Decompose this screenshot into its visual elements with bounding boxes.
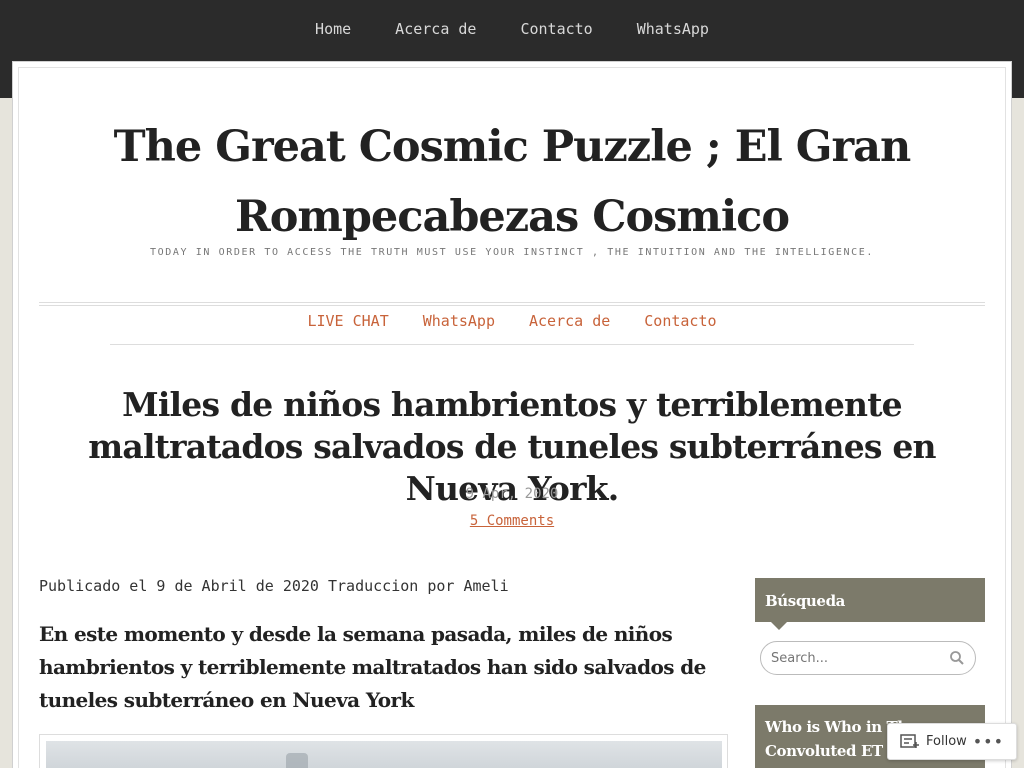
top-nav-whatsapp[interactable]: WhatsApp [637, 20, 709, 38]
divider [110, 344, 914, 345]
post-byline: Publicado el 9 de Abril de 2020 Traducci… [39, 577, 509, 595]
post-image [39, 734, 728, 768]
top-nav-acerca[interactable]: Acerca de [395, 20, 476, 38]
site-tagline: Today in order to access the truth must … [150, 247, 874, 258]
sub-nav-acerca[interactable]: Acerca de [529, 312, 610, 336]
search-box [760, 641, 976, 675]
post-image-content [46, 741, 722, 768]
secondary-navigation: LIVE CHAT WhatsApp Acerca de Contacto [0, 312, 1024, 336]
sub-nav-contacto[interactable]: Contacto [644, 312, 716, 336]
sub-nav-whatsapp[interactable]: WhatsApp [423, 312, 495, 336]
follow-icon [900, 733, 919, 748]
search-input[interactable] [771, 650, 941, 666]
top-nav-home[interactable]: Home [315, 20, 351, 38]
sub-nav-live-chat[interactable]: LIVE CHAT [307, 312, 388, 336]
post-lead: En este momento y desde la semana pasada… [39, 622, 706, 712]
image-detail [286, 753, 308, 768]
site-title[interactable]: The Great Cosmic Puzzle ; El Gran Rompec… [40, 112, 984, 252]
divider [39, 305, 985, 306]
follow-button[interactable]: Follow ••• [887, 723, 1017, 760]
top-navigation: Home Acerca de Contacto WhatsApp [0, 0, 1024, 58]
post-date: 9 Apr, 2020 [465, 486, 559, 502]
top-nav-contacto[interactable]: Contacto [520, 20, 592, 38]
follow-label: Follow [926, 734, 967, 749]
post-comments: 5 Comments [0, 510, 1024, 529]
search-icon[interactable] [949, 650, 965, 666]
divider [39, 302, 985, 303]
search-widget-title: Búsqueda [755, 578, 985, 630]
more-icon[interactable]: ••• [973, 732, 1004, 751]
comments-link[interactable]: 5 Comments [470, 513, 554, 529]
